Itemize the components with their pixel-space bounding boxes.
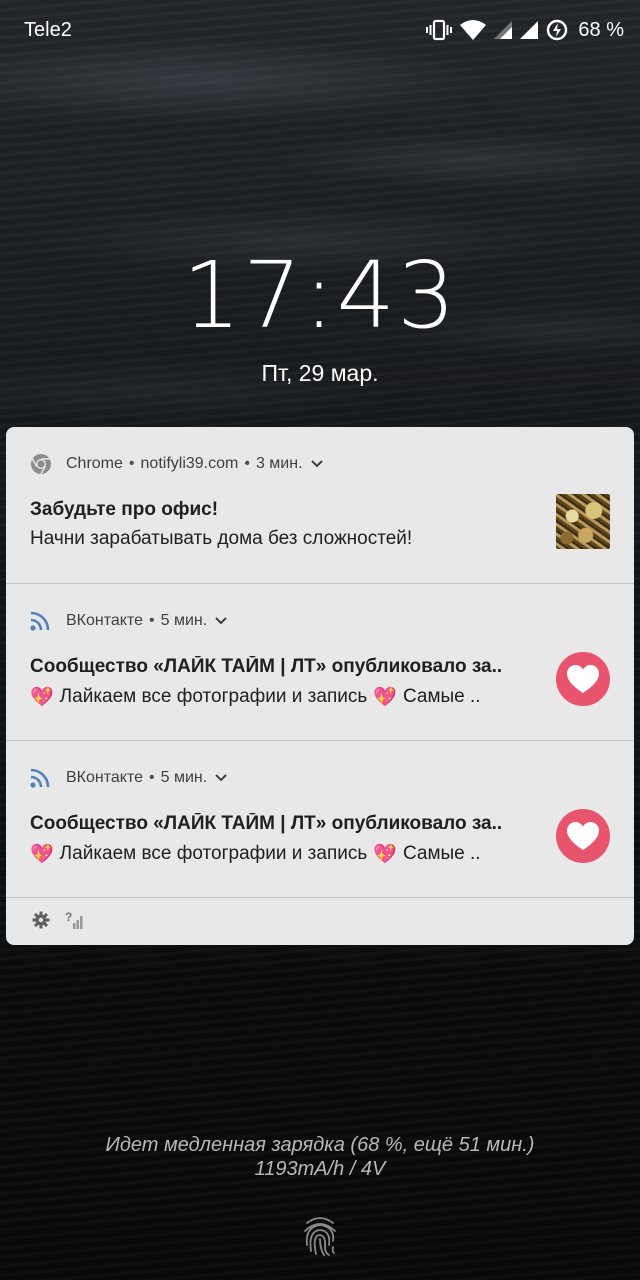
- gear-icon[interactable]: [32, 911, 50, 934]
- heart-icon: [556, 809, 610, 863]
- charging-status: Идет медленная зарядка (68 %, ещё 51 мин…: [0, 1133, 640, 1181]
- status-bar: Tele2 68 %: [0, 0, 640, 60]
- rss-icon: [30, 767, 54, 789]
- notification-text-part1: Лайкаем все фотографии и запись: [59, 686, 368, 707]
- wifi-icon: [460, 20, 487, 40]
- notification-source: notifyli39.com: [140, 455, 239, 472]
- battery-percent: 68 %: [578, 18, 624, 41]
- chrome-icon: [30, 453, 54, 475]
- notification-header: ВКонтакте • 5 мин.: [30, 767, 227, 789]
- money-thumbnail: [556, 494, 610, 549]
- heart-icon: [556, 652, 610, 706]
- chevron-down-icon[interactable]: [215, 617, 227, 625]
- battery-saver-icon: [546, 19, 568, 41]
- notification-panel-footer: ?: [6, 898, 634, 945]
- signal-icon: [494, 21, 513, 39]
- notification-text: Начни зарабатывать дома без сложностей!: [30, 528, 413, 549]
- notification-text: 💖 Лайкаем все фотографии и запись 💖 Самы…: [30, 685, 481, 709]
- notification-text-part2: Самые ..: [402, 843, 481, 864]
- notification-header: Chrome • notifyli39.com • 3 мин.: [30, 453, 323, 475]
- notification-header: ВКонтакте • 5 мин.: [30, 610, 227, 632]
- status-icons: 68 %: [426, 17, 624, 43]
- chevron-down-icon[interactable]: [215, 774, 227, 782]
- notification-text-part2: Самые ..: [402, 686, 481, 707]
- svg-text:?: ?: [65, 910, 72, 924]
- sparkling-heart-emoji: 💖: [30, 687, 54, 708]
- lockscreen-clock: 17:43: [182, 242, 458, 349]
- vibrate-icon: [426, 19, 453, 41]
- sparkling-heart-emoji: 💖: [30, 844, 54, 865]
- notification-text: 💖 Лайкаем все фотографии и запись 💖 Самы…: [30, 842, 481, 866]
- notification-vk[interactable]: ВКонтакте • 5 мин. Сообщество «ЛАЙК ТАЙМ…: [6, 741, 634, 898]
- notification-title: Забудьте про офис!: [30, 499, 219, 520]
- notification-panel: Chrome • notifyli39.com • 3 мин. Забудьт…: [6, 427, 634, 945]
- charging-current: 1193mA/h / 4V: [254, 1158, 386, 1180]
- lockscreen-date: Пт, 29 мар.: [261, 360, 379, 386]
- notification-time: 5 мин.: [160, 612, 208, 629]
- chevron-down-icon[interactable]: [310, 460, 323, 468]
- no-sim-icon: ?: [65, 910, 85, 935]
- notification-time: 5 мин.: [160, 769, 208, 786]
- notification-title: Сообщество «ЛАЙК ТАЙМ | ЛТ» опубликовало…: [30, 656, 503, 677]
- charging-text: Идет медленная зарядка (68 %, ещё 51 мин…: [105, 1134, 535, 1156]
- notification-title: Сообщество «ЛАЙК ТАЙМ | ЛТ» опубликовало…: [30, 813, 503, 834]
- sparkling-heart-emoji: 💖: [373, 844, 397, 865]
- notification-app-name: ВКонтакте: [66, 612, 143, 629]
- sparkling-heart-emoji: 💖: [373, 687, 397, 708]
- notification-app-name: ВКонтакте: [66, 769, 143, 786]
- carrier-name: Tele2: [24, 19, 72, 41]
- notification-time: 3 мин.: [255, 455, 303, 472]
- notification-app-name: Chrome: [66, 455, 123, 472]
- fingerprint-icon[interactable]: [302, 1215, 338, 1262]
- notification-vk[interactable]: ВКонтакте • 5 мин. Сообщество «ЛАЙК ТАЙМ…: [6, 584, 634, 741]
- notification-chrome[interactable]: Chrome • notifyli39.com • 3 мин. Забудьт…: [6, 427, 634, 584]
- rss-icon: [30, 610, 54, 632]
- notification-text-part1: Лайкаем все фотографии и запись: [59, 843, 368, 864]
- signal-icon: [520, 21, 539, 39]
